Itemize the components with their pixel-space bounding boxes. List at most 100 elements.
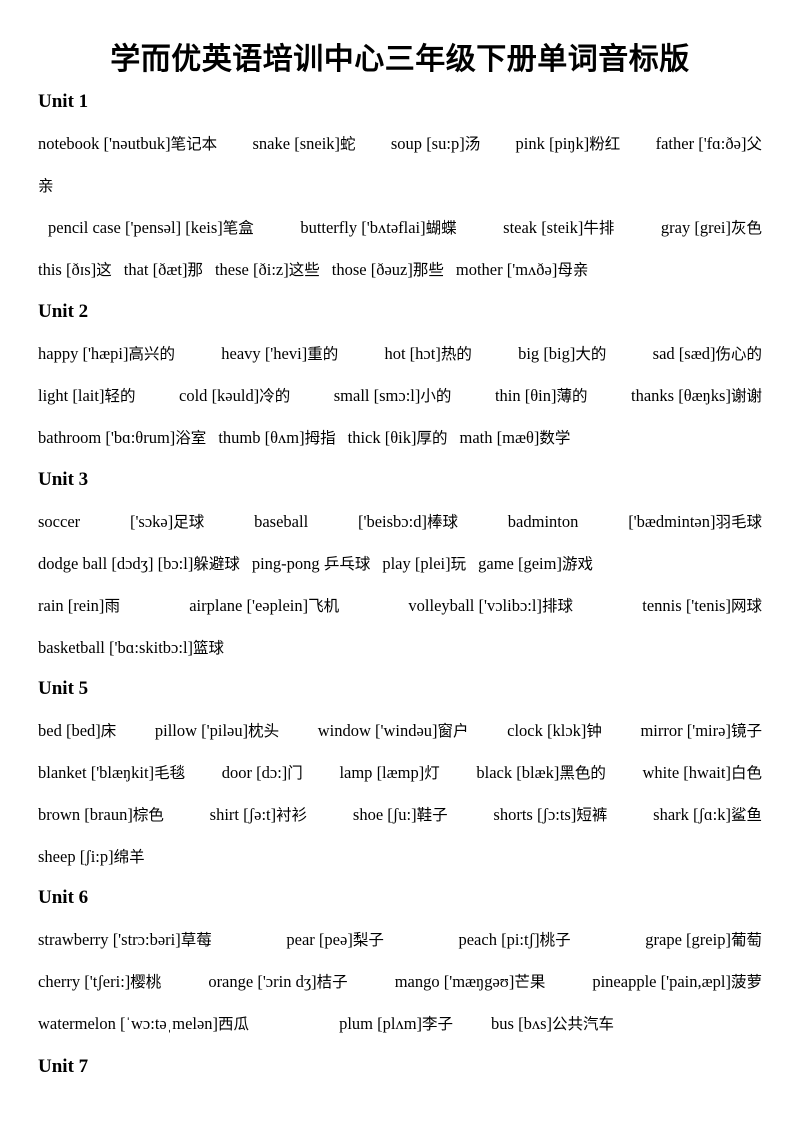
vocab-entry: door [dɔ:]门 bbox=[222, 761, 303, 785]
vocab-entry: plum [plʌm]李子 bbox=[339, 1012, 453, 1036]
english-word: bed bbox=[38, 721, 62, 740]
vocab-line: soccer ['sɔkə]足球 baseball ['beisbɔ:d]棒球 badm… bbox=[38, 510, 762, 534]
vocab-entry: volleyball ['vɔlibɔ:l]排球 bbox=[408, 594, 573, 618]
chinese-meaning: 谢谢 bbox=[730, 387, 762, 405]
vocab-entry: blanket ['blæŋkit]毛毯 bbox=[38, 761, 185, 785]
chinese-meaning: 鞋子 bbox=[416, 806, 448, 824]
vocab-entry: game [geim]游戏 bbox=[478, 552, 593, 576]
document-title: 学而优英语培训中心三年级下册单词音标版 bbox=[110, 42, 690, 77]
english-word: cold bbox=[179, 386, 208, 405]
vocab-entry: mother ['mʌðə]母亲 bbox=[456, 258, 589, 282]
english-word: light bbox=[38, 386, 69, 405]
phonetic: ['ɔrin dʒ] bbox=[257, 972, 317, 991]
english-word: steak bbox=[503, 218, 538, 237]
vocab-line: notebook ['nəutbuk]笔记本 snake [sneik]蛇 soup… bbox=[38, 132, 762, 156]
english-word: blanket bbox=[38, 763, 87, 782]
chinese-meaning: 游戏 bbox=[561, 555, 593, 573]
chinese-meaning: 白色 bbox=[730, 764, 762, 782]
vocab-entry: peach [pi:tʃ]桃子 bbox=[458, 928, 570, 952]
english-word: mango bbox=[394, 972, 440, 991]
phonetic: [su:p] bbox=[426, 134, 465, 153]
chinese-meaning: 芒果 bbox=[514, 973, 546, 991]
vocab-entry: thumb [θʌm]拇指 bbox=[218, 426, 335, 450]
vocab-line: sheep [ʃi:p]绵羊 bbox=[38, 845, 762, 869]
vocab-entry: sad [sæd]伤心的 bbox=[653, 342, 762, 366]
vocab-entry: thanks [θæŋks]谢谢 bbox=[631, 384, 762, 408]
vocab-entry: snake [sneik]蛇 bbox=[253, 132, 356, 156]
phonetic: [plei] bbox=[414, 554, 451, 573]
english-word: basketball bbox=[38, 638, 105, 657]
vocab-entry: brown [braun]棕色 bbox=[38, 803, 164, 827]
chinese-meaning: 公共汽车 bbox=[552, 1015, 615, 1033]
english-word: pencil case bbox=[48, 218, 121, 237]
english-word: notebook bbox=[38, 134, 100, 153]
chinese-meaning: 棒球 bbox=[426, 513, 458, 531]
phonetic: ['mirə] bbox=[686, 721, 731, 740]
chinese-meaning: 玩 bbox=[450, 555, 467, 573]
vocab-entry: these [ði:z]这些 bbox=[215, 258, 320, 282]
vocab-entry: pink [piŋk]粉红 bbox=[516, 132, 621, 156]
vocab-entry: soup [su:p]汤 bbox=[391, 132, 480, 156]
vocab-entry: father ['fɑ:ðə]父 bbox=[656, 132, 762, 156]
vocab-entry: bus [bʌs]公共汽车 bbox=[491, 1012, 614, 1036]
english-word: black bbox=[476, 763, 513, 782]
chinese-meaning: 窗户 bbox=[437, 722, 469, 740]
vocab-entry: ['bædmintən]羽毛球 bbox=[628, 510, 762, 534]
chinese-meaning: 足球 bbox=[173, 513, 205, 531]
chinese-meaning: 灰色 bbox=[730, 219, 762, 237]
unit-heading: Unit 3 bbox=[38, 469, 89, 490]
vocab-entry: math [mæθ]数学 bbox=[459, 426, 570, 450]
english-word: peach bbox=[458, 930, 497, 949]
vocab-line: brown [braun]棕色 shirt [ʃə:t]衬衫 shoe [ʃu:]鞋… bbox=[38, 803, 762, 827]
phonetic: [ˈwɔ:təˌmelən] bbox=[120, 1014, 219, 1033]
english-word: small bbox=[333, 386, 370, 405]
english-word: hot bbox=[384, 344, 406, 363]
english-word: brown bbox=[38, 805, 81, 824]
chinese-meaning: 这 bbox=[96, 261, 112, 279]
phonetic: ['pain,æpl] bbox=[660, 972, 731, 991]
phonetic: [θæŋks] bbox=[678, 386, 731, 405]
vocab-entry: light [lait]轻的 bbox=[38, 384, 135, 408]
chinese-meaning: 拇指 bbox=[304, 429, 336, 447]
english-word: gray bbox=[660, 218, 691, 237]
chinese-meaning: 网球 bbox=[730, 597, 762, 615]
english-word: thin bbox=[494, 386, 521, 405]
english-word: mother bbox=[455, 260, 503, 279]
phonetic: [geim] bbox=[517, 554, 562, 573]
english-word: pineapple bbox=[592, 972, 657, 991]
phonetic: ['bædmintən] bbox=[628, 512, 716, 531]
vocab-entry: shoe [ʃu:]鞋子 bbox=[353, 803, 448, 827]
phonetic: [braun] bbox=[84, 805, 133, 824]
english-word: door bbox=[221, 763, 252, 782]
vocab-entry: that [ðæt]那 bbox=[124, 258, 203, 282]
vocab-entry: white [hwait]白色 bbox=[643, 761, 762, 785]
phonetic: ['hæpi] bbox=[82, 344, 129, 363]
vocab-line: basketball ['bɑ:skitbɔ:l]篮球 bbox=[38, 636, 762, 660]
vocab-entry: black [blæk]黑色的 bbox=[476, 761, 605, 785]
english-word: soup bbox=[390, 134, 423, 153]
phonetic: [bʌs] bbox=[518, 1014, 553, 1033]
chinese-meaning: 蝴蝶 bbox=[425, 219, 457, 237]
chinese-meaning: 重的 bbox=[307, 345, 339, 363]
chinese-meaning: 排球 bbox=[541, 597, 573, 615]
chinese-meaning: 桔子 bbox=[316, 973, 348, 991]
chinese-meaning: 菠萝 bbox=[730, 973, 762, 991]
chinese-meaning: 高兴的 bbox=[128, 345, 176, 363]
english-word: window bbox=[317, 721, 371, 740]
vocab-entry: pillow ['piləu]枕头 bbox=[155, 719, 279, 743]
phonetic: [mæθ] bbox=[496, 428, 540, 447]
english-word: that bbox=[123, 260, 149, 279]
vocab-line: cherry ['tʃeri:]樱桃 orange ['ɔrin dʒ]桔子 man… bbox=[38, 970, 762, 994]
phonetic: [hwait] bbox=[683, 763, 731, 782]
vocab-entry: heavy ['hevi]重的 bbox=[221, 342, 338, 366]
vocab-entry: this [ðɪs]这 bbox=[38, 258, 112, 282]
phonetic: [θʌm] bbox=[264, 428, 305, 447]
phonetic: ['piləu] bbox=[201, 721, 249, 740]
chinese-meaning: 羽毛球 bbox=[715, 513, 762, 531]
vocab-entry: dodge ball [dɔdʒ] [bɔ:l]躲避球 bbox=[38, 552, 240, 576]
unit-heading: Unit 2 bbox=[38, 301, 89, 322]
english-word: white bbox=[642, 763, 680, 782]
vocab-entry: tennis ['tenis]网球 bbox=[642, 594, 762, 618]
english-word: orange bbox=[208, 972, 254, 991]
phonetic: [klɔk] bbox=[546, 721, 587, 740]
